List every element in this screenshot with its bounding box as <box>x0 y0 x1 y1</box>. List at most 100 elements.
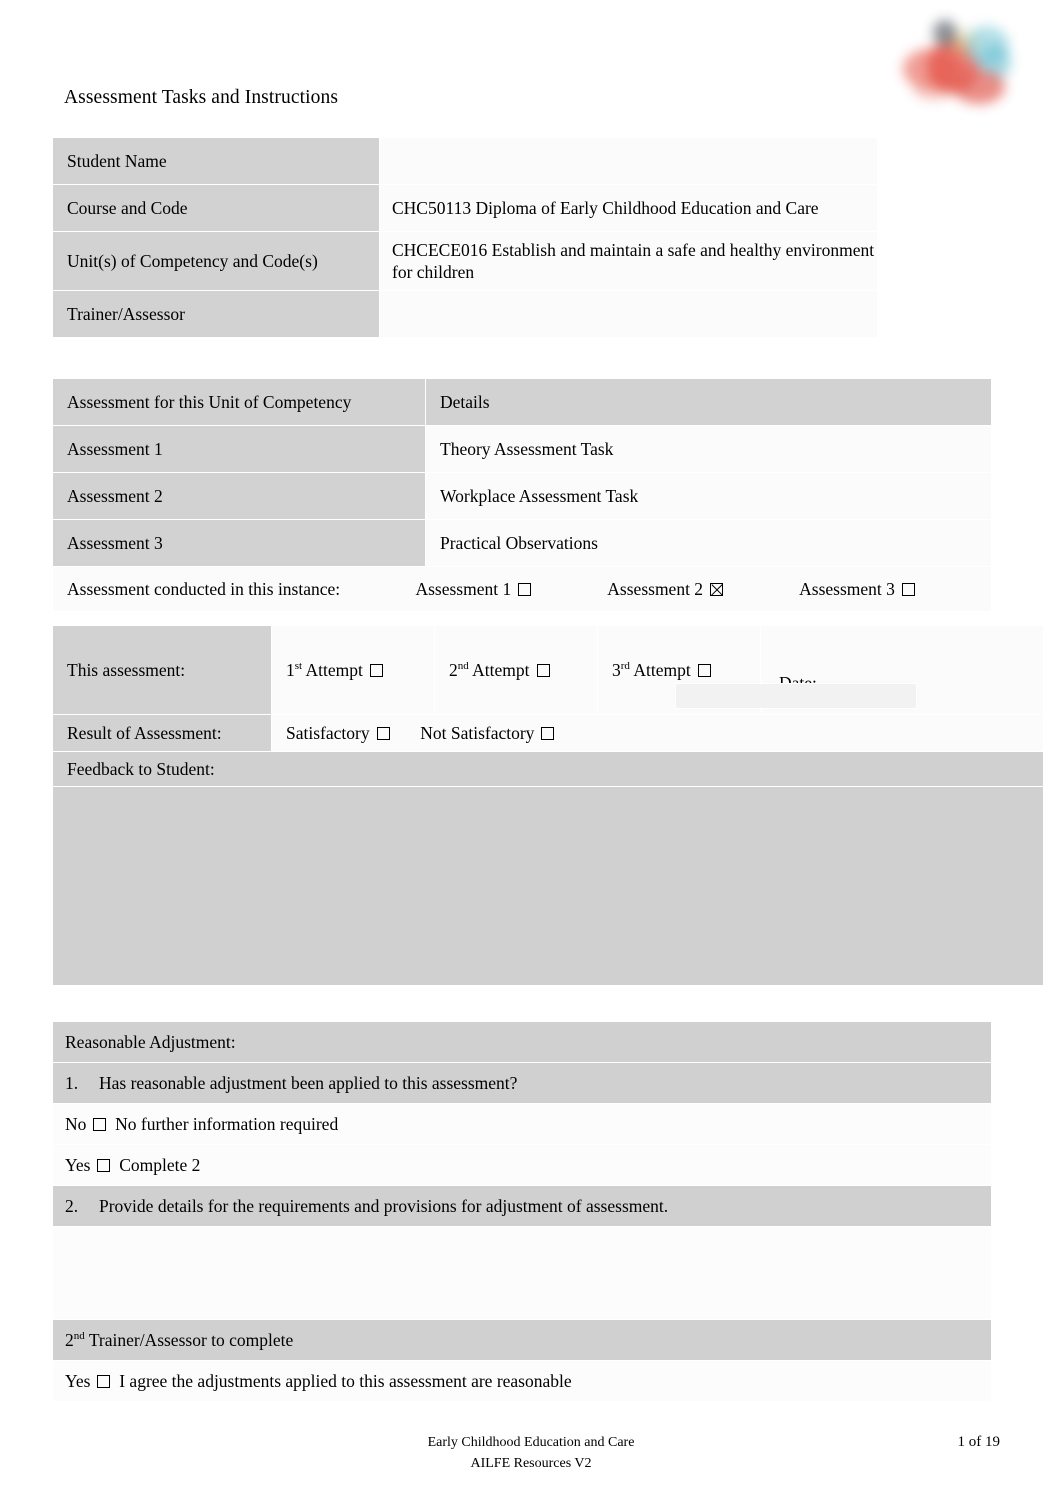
attempt-3-suffix: rd <box>620 660 630 673</box>
option-2-label: Assessment 2 <box>607 579 704 599</box>
agree-text: I agree the adjustments applied to this … <box>119 1371 572 1391</box>
feedback-to-student-field[interactable] <box>52 786 1044 986</box>
attempt-2-ordinal: 2 <box>449 660 458 680</box>
attempt-1-cell[interactable]: 1st Attempt <box>271 625 435 715</box>
footer-page-number: 1 of 19 <box>957 1434 1001 1450</box>
table-row: 1. Has reasonable adjustment been applied… <box>52 1062 992 1104</box>
no-checkbox[interactable] <box>93 1118 107 1131</box>
attempt-result-table: This assessment: 1st Attempt 2nd Attempt… <box>52 625 1044 986</box>
assessment-conducted-option-1[interactable]: Assessment 1 <box>415 578 607 600</box>
date-input-line[interactable] <box>675 683 917 709</box>
assessment-1-label: Assessment 1 <box>52 425 426 473</box>
option-3-label: Assessment 3 <box>799 579 895 599</box>
attempt-2-cell[interactable]: 2nd Attempt <box>434 625 598 715</box>
trainer-assessor-field[interactable] <box>379 290 878 338</box>
option-1-label: Assessment 1 <box>415 579 512 599</box>
not-satisfactory-checkbox[interactable] <box>541 727 555 740</box>
result-of-assessment-label: Result of Assessment: <box>52 714 272 752</box>
result-options-cell: Satisfactory Not Satisfactory <box>271 714 1044 752</box>
assessment-3-checkbox[interactable] <box>901 583 915 596</box>
assessment-2-detail: Workplace Assessment Task <box>425 472 992 520</box>
assessment-1-detail: Theory Assessment Task <box>425 425 992 473</box>
question-2-text: Provide details for the requirements and… <box>99 1196 669 1216</box>
course-code-label: Course and Code <box>52 184 380 232</box>
table-row: Student Name <box>52 137 878 185</box>
table-row: 2nd Trainer/Assessor to complete <box>52 1319 992 1361</box>
trainer-heading-text: Trainer/Assessor to complete <box>88 1330 294 1350</box>
result-option-satisfactory[interactable]: Satisfactory <box>286 723 394 743</box>
agree-adjustment-row[interactable]: Yes I agree the adjustments applied to t… <box>52 1360 992 1402</box>
assessment-conducted-label: Assessment conducted in this instance: <box>67 579 341 599</box>
table-row: Assessment conducted in this instance: A… <box>52 566 992 612</box>
question-1-number: 1. <box>65 1073 79 1093</box>
assessments-table: Assessment for this Unit of Competency D… <box>52 378 992 612</box>
student-name-label: Student Name <box>52 137 380 185</box>
reasonable-adjustment-table: Reasonable Adjustment: 1. Has reasonable … <box>52 1021 992 1402</box>
not-satisfactory-label: Not Satisfactory <box>420 723 535 743</box>
this-assessment-label: This assessment: <box>52 625 272 715</box>
footer-line-1: Early Childhood Education and Care <box>427 1435 635 1450</box>
table-row: Course and Code CHC50113 Diploma of Earl… <box>52 184 878 232</box>
question-1-text: Has reasonable adjustment been applied t… <box>99 1073 518 1093</box>
adjustment-yes-row[interactable]: Yes Complete 2 <box>52 1144 992 1186</box>
question-2-number: 2. <box>65 1196 79 1216</box>
assessment-2-checkbox[interactable] <box>710 583 724 596</box>
assessment-1-checkbox[interactable] <box>518 583 532 596</box>
logo-blob-grey <box>933 20 957 46</box>
table-row: 2. Provide details for the requirements a… <box>52 1185 992 1227</box>
adjustment-question-1: 1. Has reasonable adjustment been applied… <box>52 1062 992 1104</box>
table-row: No No further information required <box>52 1103 992 1145</box>
logo-blob-red-right <box>953 70 1005 104</box>
attempt-3-ordinal: 3 <box>612 660 621 680</box>
assessments-header-col2: Details <box>425 378 992 426</box>
unit-competency-value[interactable]: CHCECE016 Establish and maintain a safe … <box>379 231 878 291</box>
adjustment-no-row[interactable]: No No further information required <box>52 1103 992 1145</box>
student-name-field[interactable] <box>379 137 878 185</box>
adjustment-question-2: 2. Provide details for the requirements a… <box>52 1185 992 1227</box>
assessment-conducted-cell: Assessment conducted in this instance: A… <box>52 566 992 612</box>
assessment-3-detail: Practical Observations <box>425 519 992 567</box>
student-details-table: Student Name Course and Code CHC50113 Di… <box>52 137 878 338</box>
yes-label: Yes <box>65 1155 91 1175</box>
result-option-not-satisfactory[interactable]: Not Satisfactory <box>420 723 555 743</box>
attempt-2-checkbox[interactable] <box>536 664 550 677</box>
attempt-1-suffix: st <box>294 660 303 673</box>
assessments-header-col1: Assessment for this Unit of Competency <box>52 378 426 426</box>
organisation-logo <box>893 14 1011 110</box>
page-footer: Early Childhood Education and Care AILFE… <box>0 1432 1062 1474</box>
no-text: No further information required <box>115 1114 339 1134</box>
adjustment-details-field[interactable] <box>52 1226 992 1320</box>
satisfactory-label: Satisfactory <box>286 723 370 743</box>
attempt-1-label: Attempt <box>305 660 363 680</box>
table-row: Yes I agree the adjustments applied to t… <box>52 1360 992 1402</box>
table-header-row: Assessment for this Unit of Competency D… <box>52 378 992 426</box>
trainer-ordinal: 2 <box>65 1330 74 1350</box>
assessment-conducted-option-2[interactable]: Assessment 2 <box>607 578 799 600</box>
table-row: Result of Assessment: Satisfactory Not S… <box>52 714 1044 752</box>
reasonable-adjustment-heading: Reasonable Adjustment: <box>52 1021 992 1063</box>
unit-competency-label: Unit(s) of Competency and Code(s) <box>52 231 380 291</box>
table-row: Trainer/Assessor <box>52 290 878 338</box>
assessment-2-label: Assessment 2 <box>52 472 426 520</box>
yes-checkbox[interactable] <box>97 1159 111 1172</box>
course-code-value[interactable]: CHC50113 Diploma of Early Childhood Educ… <box>379 184 878 232</box>
page-title: Assessment Tasks and Instructions <box>64 87 339 108</box>
assessment-3-label: Assessment 3 <box>52 519 426 567</box>
attempt-1-ordinal: 1 <box>286 660 295 680</box>
satisfactory-checkbox[interactable] <box>376 727 390 740</box>
attempt-3-checkbox[interactable] <box>697 664 711 677</box>
feedback-to-student-label: Feedback to Student: <box>52 751 1044 787</box>
table-row <box>52 1226 992 1320</box>
yes-text: Complete 2 <box>119 1155 201 1175</box>
table-row: Feedback to Student: <box>52 751 1044 787</box>
attempt-2-label: Attempt <box>472 660 530 680</box>
table-row: Yes Complete 2 <box>52 1144 992 1186</box>
agree-label: Yes <box>65 1371 91 1391</box>
table-row: Unit(s) of Competency and Code(s) CHCECE… <box>52 231 878 291</box>
agree-checkbox[interactable] <box>97 1375 111 1388</box>
table-row: Assessment 3 Practical Observations <box>52 519 992 567</box>
assessment-conducted-option-3[interactable]: Assessment 3 <box>799 578 991 600</box>
table-row <box>52 786 1044 986</box>
table-row: Reasonable Adjustment: <box>52 1021 992 1063</box>
attempt-1-checkbox[interactable] <box>369 664 383 677</box>
